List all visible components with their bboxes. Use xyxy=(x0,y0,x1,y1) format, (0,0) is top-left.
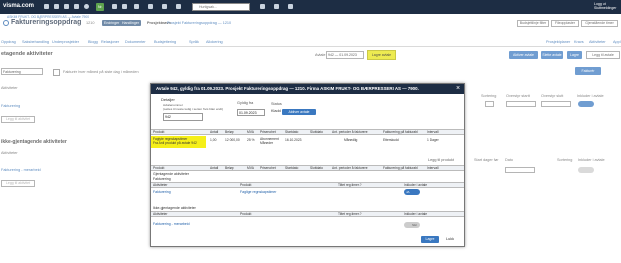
status-button[interactable]: Nr. xyxy=(96,3,105,11)
akt2-th-produkt: Produkt xyxy=(240,212,252,216)
th2-prisenhet: Prisenohet xyxy=(260,166,276,170)
avtale-modal: Avtale 942, gyldig fra 01.09.2023. Prosj… xyxy=(150,83,465,247)
folder-icon[interactable] xyxy=(176,4,181,9)
calendar-icon[interactable] xyxy=(64,4,69,9)
report-icon[interactable] xyxy=(134,4,139,9)
row-mva: 25 % xyxy=(247,138,255,142)
th-intervall: Intervall xyxy=(427,130,439,134)
akt-inkluder-toggle[interactable]: JA xyxy=(404,189,420,195)
akt-row-produkt[interactable]: Faglige regnskapstimer xyxy=(240,190,276,194)
akt-row-aktivitet[interactable]: Fakturering xyxy=(153,190,171,194)
gjentagende-heading: Gjentagende aktiviteter xyxy=(153,172,189,176)
akt-th-tiltet: Tiltet reg.timer.? xyxy=(338,183,362,187)
home-icon[interactable] xyxy=(44,4,49,9)
detaljer-heading: Detaljer xyxy=(161,97,175,102)
modal-title: Avtale 942, gyldig fra 01.09.2023. Prosj… xyxy=(151,84,464,94)
th-antall: Antall xyxy=(210,130,219,134)
clock-icon[interactable] xyxy=(54,4,59,9)
legg-til-produkt-link[interactable]: Legg til produkt xyxy=(428,158,454,162)
list-icon[interactable] xyxy=(74,4,79,9)
akt2-inkluder-toggle[interactable]: NEI xyxy=(404,222,420,228)
th2-antall: Antall xyxy=(210,166,219,170)
avtalenr-input[interactable]: 942 xyxy=(163,113,203,121)
modal-lukk-button[interactable]: Lukk xyxy=(446,237,454,241)
row-prisenhet: Abonnement Måneder xyxy=(260,137,279,145)
row-belop: 12 000,00 xyxy=(225,138,240,142)
th2-intervall: Intervall xyxy=(427,166,439,170)
th-fakturering: Fakturering på fakturabl xyxy=(383,130,418,134)
gear-icon[interactable] xyxy=(288,4,293,9)
th-belop: Beløp xyxy=(225,130,234,134)
row-fakt: Etterskudd xyxy=(383,138,399,142)
visma-logo: visma.com xyxy=(3,3,35,9)
akt2-th-aktiviteter: Aktiviteter xyxy=(153,212,168,216)
th-ant-perioder: Ant. perioder å fakturere xyxy=(332,130,368,134)
bell-icon[interactable] xyxy=(112,4,117,9)
row-produkt[interactable]: Faglyte regnskapstimer Fra Anil produkt … xyxy=(153,137,197,145)
top-bar: visma.com Nr. Hurtigsøk... Logg ut Slutt… xyxy=(0,0,621,14)
akt2-th-inkluder: Inkluder i avtale xyxy=(404,212,428,216)
th-mva: MVA xyxy=(247,130,254,134)
settings-icon[interactable] xyxy=(274,4,279,9)
th-produkt: Produkt xyxy=(153,130,165,134)
row-ant: Månedlig xyxy=(344,138,358,142)
briefcase-icon[interactable] xyxy=(148,4,153,9)
th-sluttdato: Sluttdato xyxy=(310,130,324,134)
logout-link[interactable]: Logg ut Sluttmeldinger xyxy=(594,2,621,10)
akt-th-produkt: Produkt xyxy=(240,183,252,187)
akt2-row-aktivitet[interactable]: Fakturering - merarbeid xyxy=(153,222,190,226)
th2-produkt: Produkt xyxy=(153,166,165,170)
akt2-th-tiltet: Tiltet reg.timer.? xyxy=(338,212,362,216)
akt-th-inkluder: Inkluder i avtale xyxy=(404,183,428,187)
graph-icon[interactable] xyxy=(260,4,265,9)
quick-search-input[interactable]: Hurtigsøk... xyxy=(192,3,250,11)
th2-startdato: Startdato xyxy=(285,166,299,170)
gyldig-input[interactable]: 01.09.2023 xyxy=(237,109,265,116)
close-icon[interactable]: × xyxy=(456,85,460,92)
modal-aktiver-button[interactable]: Aktiver avtale xyxy=(282,109,316,115)
fakturering-subheading: Fakturering xyxy=(153,177,171,181)
avtalenr-label: Avtalenummer (settes til neste ledig i s… xyxy=(163,103,224,111)
th2-mva: MVA xyxy=(247,166,254,170)
row-antall: 1,00 xyxy=(210,138,217,142)
people-icon[interactable] xyxy=(122,4,127,9)
status-label: Status xyxy=(271,102,282,106)
timer-icon[interactable] xyxy=(84,4,89,9)
th2-ant-perioder: Ant. perioder å fakturere xyxy=(332,166,368,170)
th-startdato: Startdato xyxy=(285,130,299,134)
row-intervall: 1 Dager xyxy=(427,138,439,142)
th2-fakturering: Fakturering på fakturabl xyxy=(383,166,418,170)
th2-sluttdato: Sluttdato xyxy=(310,166,324,170)
row-startdato: 16.10.2023 xyxy=(285,138,302,142)
th2-belop: Beløp xyxy=(225,166,234,170)
akt-th-aktiviteter: Aktiviteter xyxy=(153,183,168,187)
ikke-gjentagende-heading: Ikke-gjentagende aktiviteter xyxy=(153,206,196,210)
status-value: Kladd xyxy=(271,109,281,113)
gyldig-label: Gyldig fra xyxy=(237,101,254,105)
chart-icon[interactable] xyxy=(162,4,167,9)
th-prisenhet: Prisenohet xyxy=(260,130,276,134)
modal-lagre-button[interactable]: Lagre xyxy=(421,236,439,243)
